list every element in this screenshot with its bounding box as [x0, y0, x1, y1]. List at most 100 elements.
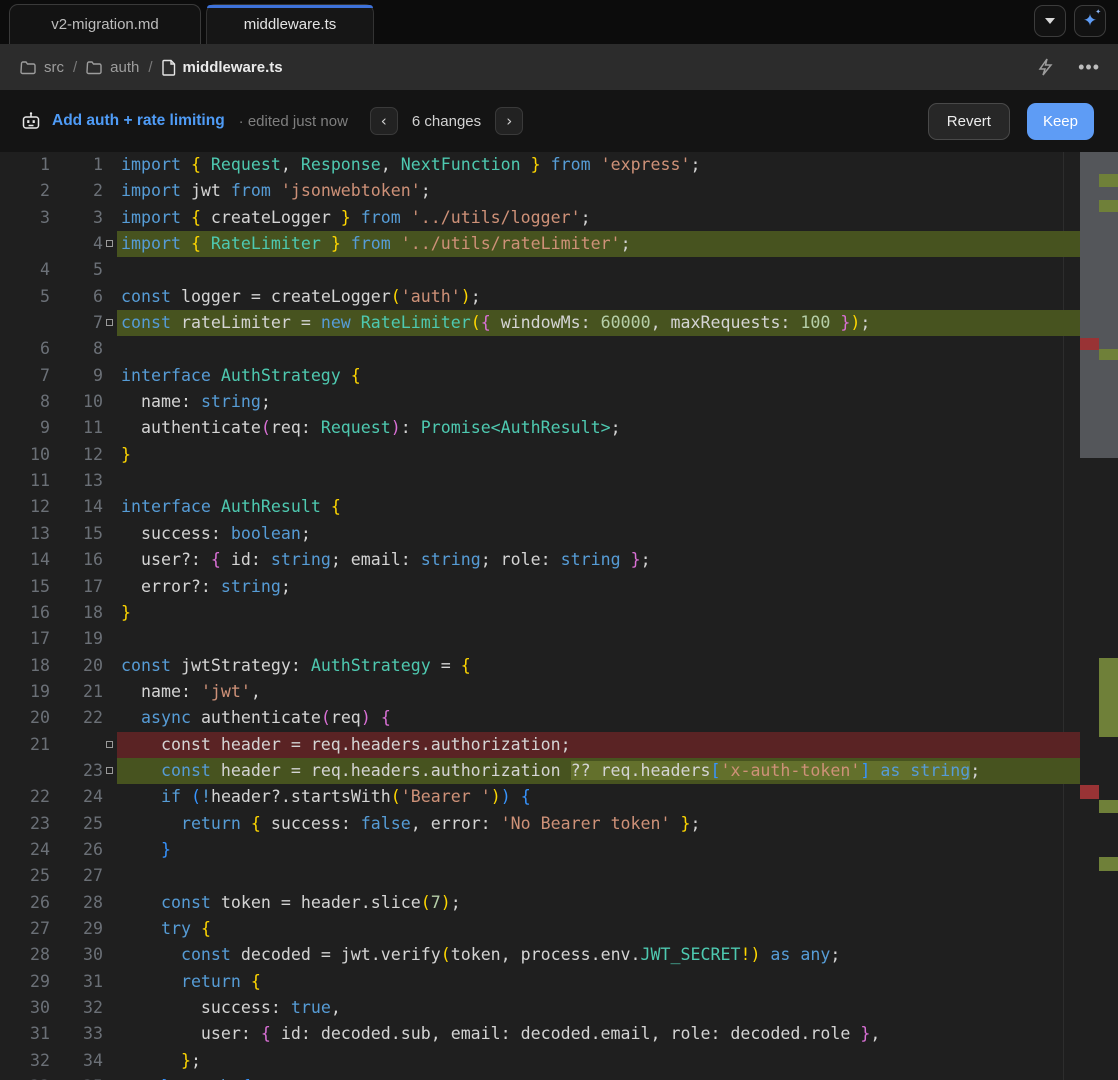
code-line[interactable]: 3234 }; — [0, 1048, 1080, 1074]
line-number-old: 4 — [0, 257, 50, 283]
breadcrumb-actions: ••• — [1036, 57, 1100, 78]
line-number-new: 25 — [50, 811, 103, 837]
next-change-button[interactable]: › — [495, 107, 523, 135]
tab-actions: ✦✦ — [1034, 5, 1106, 37]
code-line[interactable]: 2426 } — [0, 837, 1080, 863]
ruler-added-mark — [1099, 200, 1118, 212]
code-line[interactable]: 911 authenticate(req: Request): Promise<… — [0, 415, 1080, 441]
scrollbar — [1080, 152, 1118, 1080]
line-number-old: 12 — [0, 494, 50, 520]
line-number-old: 19 — [0, 679, 50, 705]
code-content: success: true, — [117, 995, 1080, 1021]
folder-icon — [86, 60, 103, 75]
code-line[interactable]: 2224 if (!header?.startsWith('Bearer '))… — [0, 784, 1080, 810]
diff-gutter — [103, 890, 117, 916]
code-line[interactable]: 1416 user?: { id: string; email: string;… — [0, 547, 1080, 573]
code-line[interactable]: 2931 return { — [0, 969, 1080, 995]
line-number-old: 22 — [0, 784, 50, 810]
bolt-icon[interactable] — [1036, 57, 1054, 77]
code-line[interactable]: 1921 name: 'jwt', — [0, 679, 1080, 705]
code-editor[interactable]: 11import { Request, Response, NextFuncti… — [0, 152, 1118, 1080]
revert-button[interactable]: Revert — [928, 103, 1010, 140]
diff-gutter — [103, 257, 117, 283]
line-number-new: 24 — [50, 784, 103, 810]
code-line[interactable]: 11import { Request, Response, NextFuncti… — [0, 152, 1080, 178]
line-number-new: 28 — [50, 890, 103, 916]
code-line[interactable]: 1012} — [0, 442, 1080, 468]
code-content: const header = req.headers.authorization… — [117, 758, 1080, 784]
code-line[interactable]: 33import { createLogger } from '../utils… — [0, 205, 1080, 231]
diff-gutter — [103, 468, 117, 494]
code-line[interactable]: 2022 async authenticate(req) { — [0, 705, 1080, 731]
line-number-new: 35 — [50, 1074, 103, 1080]
line-number-new — [50, 732, 103, 758]
code-line[interactable]: 56const logger = createLogger('auth'); — [0, 284, 1080, 310]
diff-gutter — [103, 521, 117, 547]
code-line[interactable]: 1113 — [0, 468, 1080, 494]
code-line[interactable]: 79interface AuthStrategy { — [0, 363, 1080, 389]
code-line[interactable]: 810 name: string; — [0, 389, 1080, 415]
breadcrumb-item-src[interactable]: src — [20, 59, 64, 76]
code-line[interactable]: 1618} — [0, 600, 1080, 626]
code-line[interactable]: 1719 — [0, 626, 1080, 652]
ruler-added-mark — [1099, 174, 1118, 187]
line-number-old: 2 — [0, 178, 50, 204]
line-number-new: 27 — [50, 863, 103, 889]
code-line[interactable]: 1517 error?: string; — [0, 574, 1080, 600]
code-line[interactable]: 3335 } catch { — [0, 1074, 1080, 1080]
diff-gutter — [103, 205, 117, 231]
line-number-new: 14 — [50, 494, 103, 520]
code-content: } — [117, 837, 1080, 863]
code-line[interactable]: 1214interface AuthResult { — [0, 494, 1080, 520]
code-line[interactable]: 22import jwt from 'jsonwebtoken'; — [0, 178, 1080, 204]
tab-dropdown-button[interactable] — [1034, 5, 1066, 37]
diff-gutter — [103, 415, 117, 441]
line-number-new: 20 — [50, 653, 103, 679]
code-line[interactable]: 68 — [0, 336, 1080, 362]
line-number-new: 5 — [50, 257, 103, 283]
diff-gutter — [103, 995, 117, 1021]
line-number-new: 2 — [50, 178, 103, 204]
line-number-old: 17 — [0, 626, 50, 652]
diff-gutter — [103, 310, 117, 336]
code-line[interactable]: 3133 user: { id: decoded.sub, email: dec… — [0, 1021, 1080, 1047]
code-content: name: string; — [117, 389, 1080, 415]
code-line[interactable]: 7const rateLimiter = new RateLimiter({ w… — [0, 310, 1080, 336]
line-number-old — [0, 758, 50, 784]
more-options-icon[interactable]: ••• — [1078, 57, 1100, 78]
prev-change-button[interactable]: ‹ — [370, 107, 398, 135]
ai-sparkle-button[interactable]: ✦✦ — [1074, 5, 1106, 37]
code-line[interactable]: 4import { RateLimiter } from '../utils/r… — [0, 231, 1080, 257]
change-title-link[interactable]: Add auth + rate limiting — [52, 112, 225, 130]
diff-gutter — [103, 1021, 117, 1047]
line-number-new: 13 — [50, 468, 103, 494]
code-line[interactable]: 23 const header = req.headers.authorizat… — [0, 758, 1080, 784]
diff-actions: Revert Keep — [928, 103, 1094, 140]
code-line[interactable]: 2325 return { success: false, error: 'No… — [0, 811, 1080, 837]
code-line[interactable]: 2729 try { — [0, 916, 1080, 942]
code-line[interactable]: 2628 const token = header.slice(7); — [0, 890, 1080, 916]
tab-middleware[interactable]: middleware.ts — [206, 4, 374, 44]
code-line[interactable]: 2527 — [0, 863, 1080, 889]
tab-v2-migration[interactable]: v2-migration.md — [9, 4, 201, 44]
diff-gutter — [103, 494, 117, 520]
code-line[interactable]: 21 const header = req.headers.authorizat… — [0, 732, 1080, 758]
scrollbar-thumb[interactable] — [1080, 152, 1118, 458]
breadcrumb-item-auth[interactable]: auth — [86, 59, 139, 76]
diff-marker-icon — [106, 319, 113, 326]
code-line[interactable]: 45 — [0, 257, 1080, 283]
keep-button[interactable]: Keep — [1027, 103, 1094, 140]
breadcrumb: src / auth / middleware.ts ••• — [0, 44, 1118, 90]
code-content: if (!header?.startsWith('Bearer ')) { — [117, 784, 1080, 810]
code-content: user: { id: decoded.sub, email: decoded.… — [117, 1021, 1080, 1047]
code-line[interactable]: 1315 success: boolean; — [0, 521, 1080, 547]
code-line[interactable]: 3032 success: true, — [0, 995, 1080, 1021]
code-line[interactable]: 1820const jwtStrategy: AuthStrategy = { — [0, 653, 1080, 679]
diff-gutter — [103, 231, 117, 257]
breadcrumb-item-file[interactable]: middleware.ts — [162, 59, 283, 76]
diff-header: Add auth + rate limiting · edited just n… — [0, 90, 1118, 152]
breadcrumb-separator: / — [73, 59, 77, 76]
line-number-old: 9 — [0, 415, 50, 441]
code-line[interactable]: 2830 const decoded = jwt.verify(token, p… — [0, 942, 1080, 968]
line-number-new: 21 — [50, 679, 103, 705]
